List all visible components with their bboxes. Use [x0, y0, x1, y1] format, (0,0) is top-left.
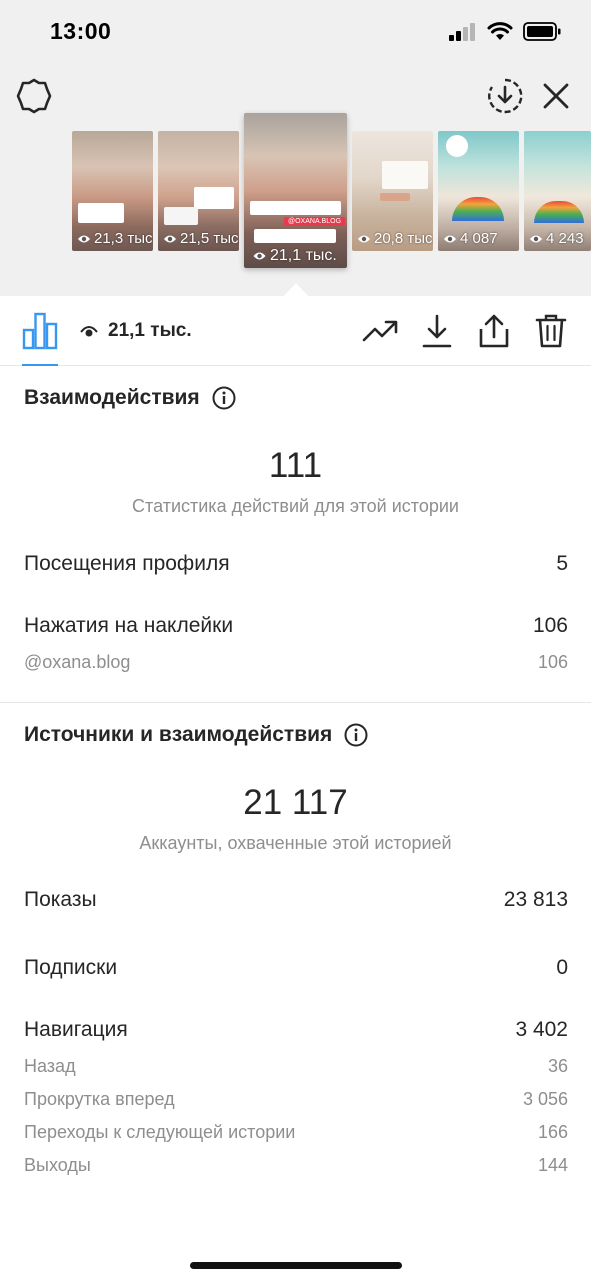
story-views: 21,1 тыс.	[252, 247, 337, 265]
story-views: 21,3 тыс.	[77, 230, 153, 247]
metric-subrow-next-story: Переходы к следующей истории 166	[24, 1122, 568, 1143]
metric-label: Выходы	[24, 1155, 91, 1175]
story-text-sticker	[380, 193, 410, 201]
story-text-sticker	[78, 203, 124, 223]
story-views: 21,5 тыс.	[163, 230, 239, 247]
wifi-icon	[487, 22, 513, 40]
metric-label: Показы	[24, 888, 97, 911]
promote-button[interactable]	[361, 312, 399, 350]
metric-label: Нажатия на наклейки	[24, 614, 234, 637]
story-text-sticker	[382, 161, 428, 189]
section-title: Взаимодействия	[24, 386, 200, 409]
battery-icon	[523, 22, 561, 41]
metric-value: 144	[537, 1155, 568, 1175]
metric-value: 5	[556, 552, 568, 575]
story-text-sticker	[164, 207, 198, 225]
eye-icon	[80, 326, 98, 337]
metric-label: Назад	[24, 1056, 76, 1076]
section-divider	[0, 702, 591, 703]
metric-row-impressions: Показы 23 813	[24, 888, 568, 912]
eye-icon	[78, 235, 90, 242]
story-text-sticker	[194, 187, 234, 209]
status-time: 13:00	[50, 18, 112, 44]
story-text-sticker	[254, 229, 336, 243]
insights-bar-chart-icon	[22, 312, 58, 350]
metric-value: 36	[547, 1056, 568, 1076]
metric-row-navigation: Навигация 3 402	[24, 1018, 568, 1042]
delete-button[interactable]	[532, 312, 570, 350]
eye-icon	[530, 235, 542, 242]
metric-label: Прокрутка вперед	[24, 1089, 175, 1109]
metric-row-sticker-taps: Нажатия на наклейки 106	[24, 614, 568, 638]
metric-label: Посещения профиля	[24, 552, 230, 575]
status-icons	[449, 22, 561, 41]
save-button[interactable]	[486, 77, 524, 115]
close-icon	[543, 83, 569, 109]
metric-value: 166	[537, 1122, 568, 1142]
info-icon[interactable]	[212, 386, 236, 410]
info-icon[interactable]	[344, 723, 368, 747]
share-button[interactable]	[475, 312, 513, 350]
story-views: 4 243	[529, 230, 584, 247]
story-views: 4 087	[443, 230, 498, 247]
story-thumbnail[interactable]: 4 243	[524, 131, 591, 251]
eye-icon	[444, 235, 456, 242]
story-mention-sticker: @OXANA.BLOG	[284, 217, 346, 226]
save-download-icon	[488, 78, 523, 114]
story-toolbar: 21,1 тыс.	[0, 296, 591, 366]
share-icon	[479, 314, 509, 348]
metric-value: 3 402	[515, 1018, 568, 1041]
story-view-count[interactable]: 21,1 тыс.	[80, 320, 192, 342]
story-carousel-area: 13:00 21,3 тыс. 21,5 тыс. @OXANA.BLOG 21…	[0, 0, 591, 297]
promote-trend-icon	[362, 320, 398, 342]
download-button[interactable]	[418, 312, 456, 350]
interactions-total: 111	[268, 446, 323, 485]
story-thumbnail-selected[interactable]: @OXANA.BLOG 21,1 тыс.	[244, 113, 347, 268]
metric-row-profile-visits: Посещения профиля 5	[24, 552, 568, 576]
status-bar: 13:00	[0, 0, 591, 64]
story-thumbnail[interactable]: 4 087	[438, 131, 519, 251]
metric-subrow-back: Назад 36	[24, 1056, 568, 1077]
metric-subrow-forward: Прокрутка вперед 3 056	[24, 1089, 568, 1110]
settings-button[interactable]	[14, 76, 54, 116]
metric-value: 0	[556, 956, 568, 979]
metric-label: Переходы к следующей истории	[24, 1122, 296, 1142]
eye-icon	[164, 235, 176, 242]
section-title: Источники и взаимодействия	[24, 723, 333, 746]
eye-icon	[253, 252, 266, 260]
story-thumbnail[interactable]: 21,5 тыс.	[158, 131, 239, 251]
interactions-caption: Статистика действий для этой истории	[132, 496, 459, 516]
discovery-header: Источники и взаимодействия	[24, 723, 368, 747]
metric-subrow-mention: @oxana.blog 106	[24, 652, 568, 673]
story-text-sticker	[250, 201, 341, 215]
trash-icon	[535, 314, 567, 348]
insights-tab[interactable]	[22, 310, 58, 350]
story-thumbnail[interactable]: 21,3 тыс.	[72, 131, 153, 251]
story-views: 20,8 тыс.	[357, 230, 433, 247]
settings-icon	[16, 78, 52, 114]
metric-value: 3 056	[522, 1089, 568, 1109]
active-tab-indicator	[22, 364, 58, 366]
home-indicator[interactable]	[190, 1262, 402, 1269]
close-button[interactable]	[540, 80, 572, 112]
selected-story-pointer	[283, 283, 309, 297]
metric-label: Подписки	[24, 956, 118, 979]
metric-row-follows: Подписки 0	[24, 956, 568, 980]
signal-icon	[449, 22, 475, 41]
reach-caption: Аккаунты, охваченные этой историей	[139, 833, 452, 853]
story-sticker	[446, 135, 468, 157]
metric-value: 106	[532, 614, 568, 637]
download-icon	[422, 314, 452, 348]
metric-subrow-exits: Выходы 144	[24, 1155, 568, 1176]
story-thumbnail[interactable]: 20,8 тыс.	[352, 131, 433, 251]
metric-value: 106	[537, 652, 568, 672]
metric-label: @oxana.blog	[24, 652, 131, 672]
metric-label: Навигация	[24, 1018, 128, 1041]
reach-total: 21 117	[243, 783, 348, 822]
story-preview-image	[244, 113, 347, 268]
interactions-header: Взаимодействия	[24, 386, 236, 410]
eye-icon	[358, 235, 370, 242]
metric-value: 23 813	[503, 888, 568, 911]
